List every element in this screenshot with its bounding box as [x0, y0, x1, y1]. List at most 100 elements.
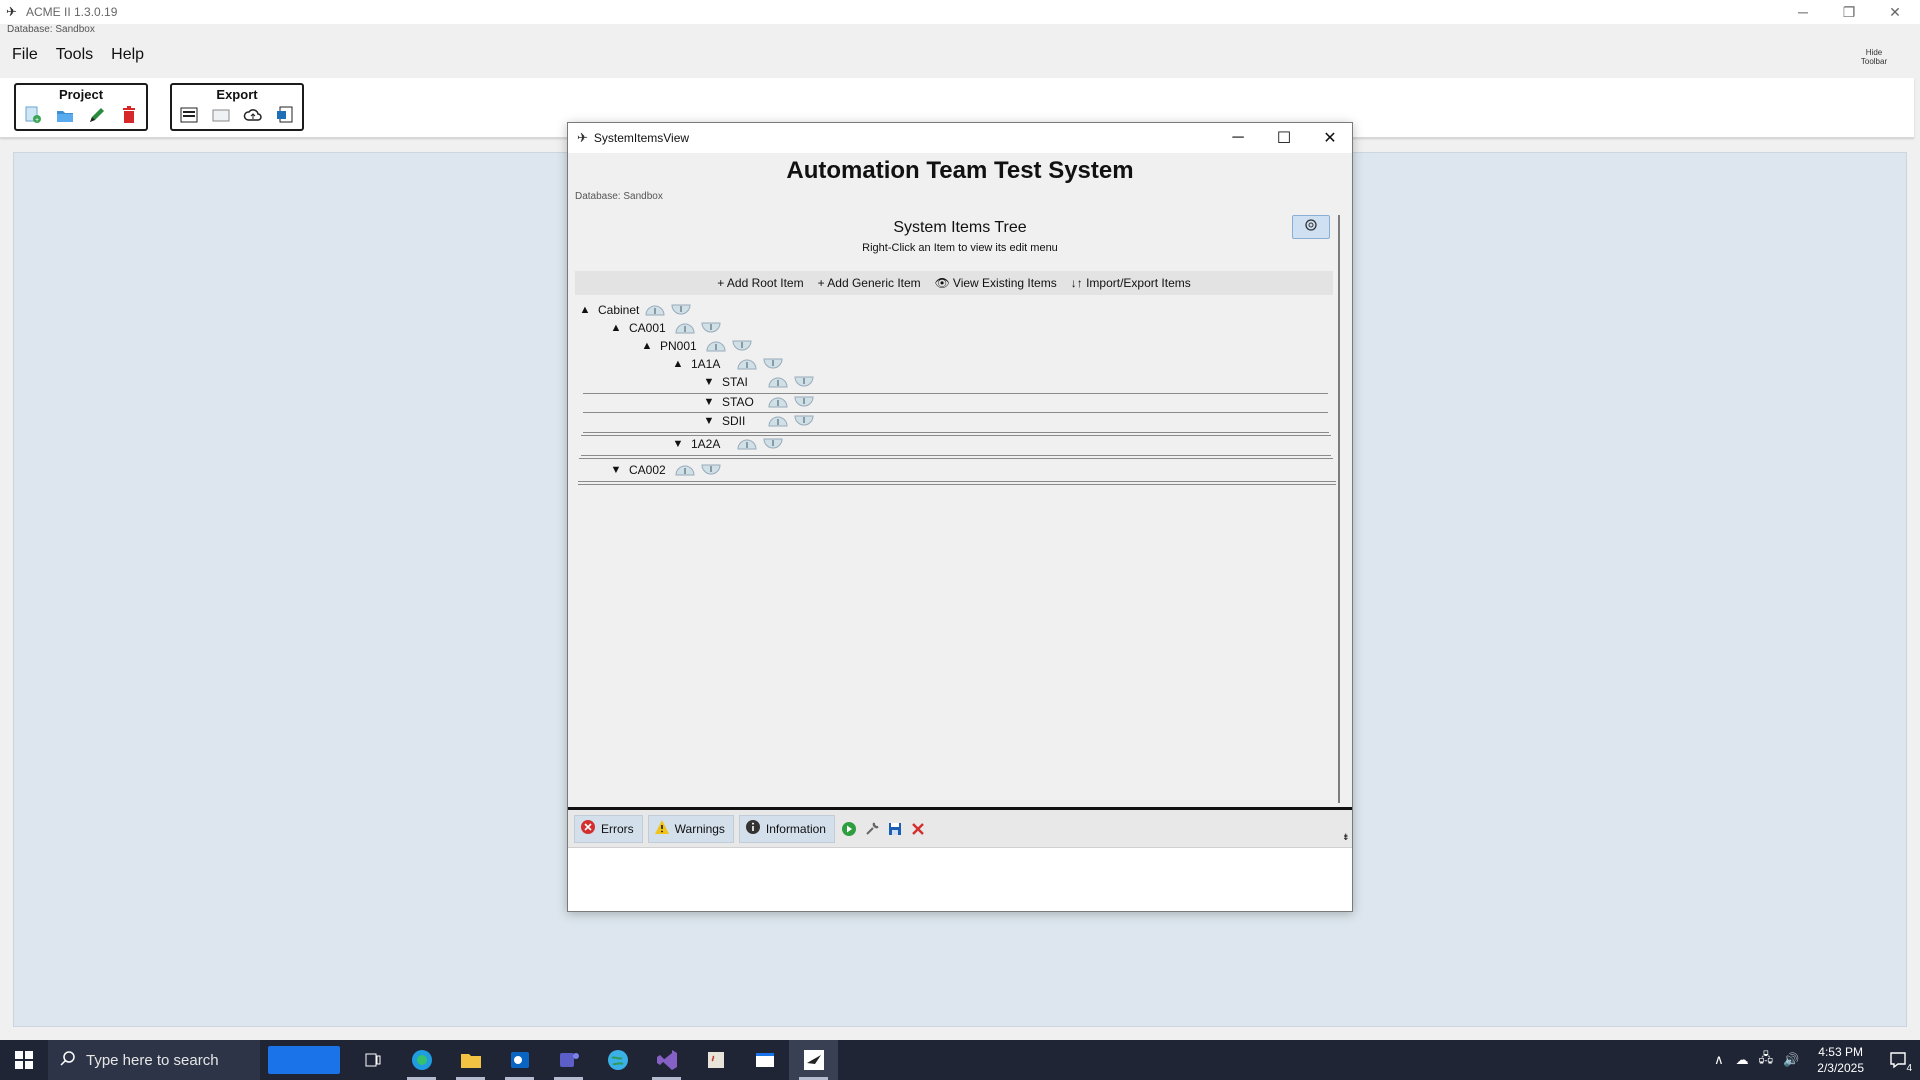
- errors-tab-label: Errors: [601, 821, 634, 836]
- expand-triangle-icon[interactable]: ▼: [702, 415, 716, 427]
- wrench-icon[interactable]: [863, 820, 881, 838]
- import-export-items-button[interactable]: ↓↑ Import/Export Items: [1071, 276, 1191, 290]
- tree-node-1a2a[interactable]: ▼ 1A2A: [671, 435, 783, 453]
- move-up-icon[interactable]: [768, 396, 788, 408]
- menu-tools[interactable]: Tools: [50, 44, 99, 68]
- tree-node-ca001[interactable]: ▲ CA001: [609, 319, 721, 337]
- move-up-icon[interactable]: [768, 376, 788, 388]
- child-minimize-button[interactable]: ─: [1216, 123, 1260, 153]
- delete-trash-icon[interactable]: [119, 105, 139, 125]
- network-icon[interactable]: 🖧: [1759, 1049, 1774, 1071]
- move-down-icon[interactable]: [671, 304, 691, 316]
- move-up-icon[interactable]: [645, 304, 665, 316]
- export-blank-icon[interactable]: [211, 105, 231, 125]
- window-app-icon[interactable]: [740, 1040, 789, 1080]
- outlook-icon[interactable]: [495, 1040, 544, 1080]
- collapse-triangle-icon[interactable]: ▲: [640, 340, 654, 352]
- move-down-icon[interactable]: [794, 376, 814, 388]
- close-button[interactable]: ✕: [1872, 0, 1918, 24]
- run-icon[interactable]: [840, 820, 858, 838]
- clear-icon[interactable]: [909, 820, 927, 838]
- child-close-button[interactable]: ✕: [1308, 123, 1352, 153]
- child-database-label: Database: Sandbox: [575, 191, 663, 202]
- expand-triangle-icon[interactable]: ▼: [609, 464, 623, 476]
- visual-studio-icon[interactable]: [642, 1040, 691, 1080]
- collapse-triangle-icon[interactable]: ▲: [609, 322, 623, 334]
- menu-file[interactable]: File: [6, 44, 44, 68]
- hide-toolbar-button[interactable]: Hide Toolbar: [1850, 48, 1898, 66]
- tree-node-stao[interactable]: ▼ STAO: [702, 393, 814, 411]
- tree-node-cabinet[interactable]: ▲ Cabinet: [578, 301, 691, 319]
- view-existing-items-button[interactable]: 👁 View Existing Items: [935, 276, 1057, 290]
- taskbar-clock[interactable]: 4:53 PM 2/3/2025: [1817, 1044, 1864, 1076]
- acme-app-icon[interactable]: [789, 1040, 838, 1080]
- move-down-icon[interactable]: [701, 464, 721, 476]
- child-maximize-button[interactable]: ☐: [1262, 123, 1306, 153]
- tree-node-ca002[interactable]: ▼ CA002: [609, 461, 721, 479]
- expand-triangle-icon[interactable]: ▼: [702, 396, 716, 408]
- restore-button[interactable]: ❐: [1826, 0, 1872, 24]
- notification-count: 4: [1906, 1063, 1912, 1074]
- menu-help[interactable]: Help: [105, 44, 150, 68]
- tree-separator: [578, 481, 1336, 482]
- export-group-label: Export: [216, 87, 258, 102]
- notification-center-button[interactable]: 4: [1876, 1040, 1920, 1080]
- edit-pencil-icon[interactable]: [87, 105, 107, 125]
- tree-separator: [579, 458, 1333, 459]
- java-app-icon[interactable]: [691, 1040, 740, 1080]
- add-generic-item-button[interactable]: + Add Generic Item: [818, 276, 921, 290]
- tree-node-stai[interactable]: ▼ STAI: [702, 373, 814, 391]
- collapse-triangle-icon[interactable]: ▲: [578, 304, 592, 316]
- move-up-icon[interactable]: [737, 358, 757, 370]
- move-up-icon[interactable]: [737, 438, 757, 450]
- information-tab[interactable]: Information: [738, 814, 835, 843]
- cloud-upload-icon[interactable]: [243, 105, 263, 125]
- open-folder-icon[interactable]: [55, 105, 75, 125]
- tree-node-label: Cabinet: [598, 303, 640, 317]
- taskbar-search[interactable]: Type here to search: [48, 1040, 260, 1080]
- move-down-icon[interactable]: [794, 415, 814, 427]
- new-project-icon[interactable]: +: [23, 105, 43, 125]
- export-database-icon[interactable]: [179, 105, 199, 125]
- tree-node-sdii[interactable]: ▼ SDII: [702, 412, 814, 430]
- add-root-item-button[interactable]: + Add Root Item: [717, 276, 803, 290]
- save-icon[interactable]: [886, 820, 904, 838]
- add-generic-item-label: + Add Generic Item: [817, 276, 921, 290]
- clock-time: 4:53 PM: [1818, 1045, 1863, 1059]
- chevron-up-icon[interactable]: ∧: [1714, 1052, 1724, 1068]
- tree-node-pn001[interactable]: ▲ PN001: [640, 337, 752, 355]
- file-explorer-icon[interactable]: [446, 1040, 495, 1080]
- task-view-icon[interactable]: [348, 1040, 397, 1080]
- minimize-button[interactable]: ─: [1780, 0, 1826, 24]
- edge-browser-icon[interactable]: [397, 1040, 446, 1080]
- panel-resize-icon[interactable]: ⇟: [1342, 832, 1350, 843]
- move-down-icon[interactable]: [763, 438, 783, 450]
- move-down-icon[interactable]: [763, 358, 783, 370]
- onedrive-icon[interactable]: ☁: [1736, 1052, 1749, 1068]
- move-up-icon[interactable]: [675, 322, 695, 334]
- expand-triangle-icon[interactable]: ▼: [671, 438, 685, 450]
- move-down-icon[interactable]: [794, 396, 814, 408]
- tree-separator: [581, 455, 1331, 456]
- move-up-icon[interactable]: [675, 464, 695, 476]
- start-button[interactable]: [0, 1040, 48, 1080]
- log-output-area[interactable]: [568, 847, 1352, 911]
- tree-node-label: CA001: [629, 321, 666, 335]
- warnings-tab[interactable]: Warnings: [647, 814, 734, 843]
- errors-tab[interactable]: Errors: [574, 814, 643, 843]
- export-document-icon[interactable]: [275, 105, 295, 125]
- information-tab-label: Information: [765, 821, 826, 836]
- collapse-triangle-icon[interactable]: ▲: [671, 358, 685, 370]
- globe-app-icon[interactable]: [593, 1040, 642, 1080]
- expand-triangle-icon[interactable]: ▼: [702, 376, 716, 388]
- move-down-icon[interactable]: [701, 322, 721, 334]
- move-down-icon[interactable]: [732, 340, 752, 352]
- teams-icon[interactable]: [544, 1040, 593, 1080]
- volume-icon[interactable]: 🔊: [1783, 1052, 1799, 1068]
- tree-node-1a1a[interactable]: ▲ 1A1A: [671, 355, 783, 373]
- import-export-items-label: ↓↑ Import/Export Items: [1070, 276, 1191, 290]
- move-up-icon[interactable]: [768, 415, 788, 427]
- taskbar-widget[interactable]: [268, 1046, 340, 1074]
- move-up-icon[interactable]: [706, 340, 726, 352]
- clock-date: 2/3/2025: [1817, 1061, 1864, 1075]
